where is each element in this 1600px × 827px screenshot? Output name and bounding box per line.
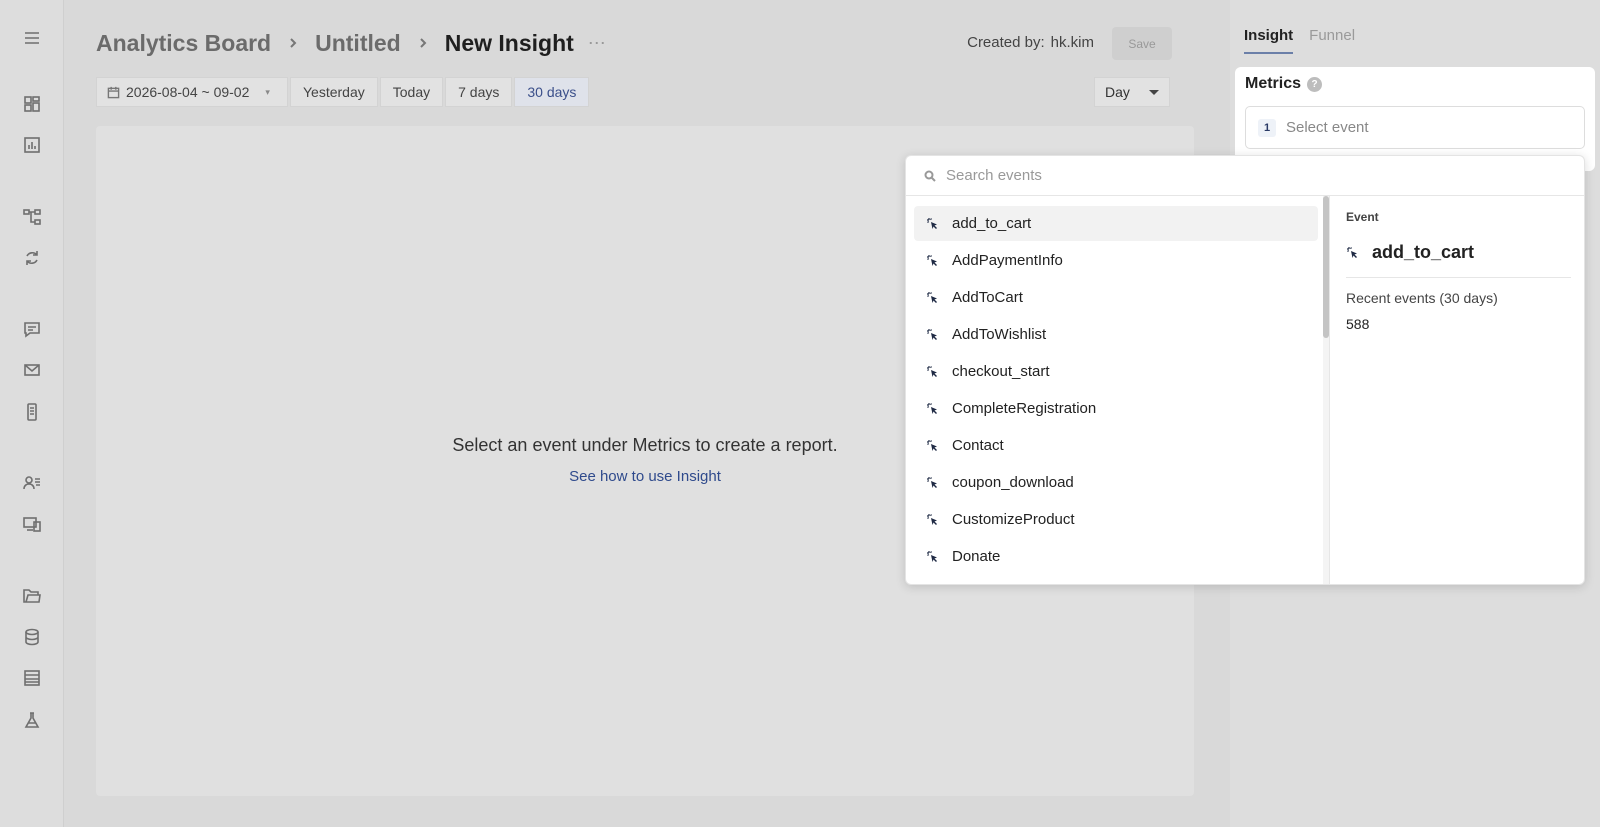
folder-icon[interactable]	[20, 584, 44, 608]
event-search-bar	[906, 156, 1584, 196]
select-event-field[interactable]: 1 Select event	[1245, 106, 1585, 149]
created-by: Created by: hk.kim	[967, 34, 1094, 51]
click-pointer-icon	[926, 328, 940, 342]
dashboard-icon[interactable]	[20, 92, 44, 116]
recent-events-count: 588	[1346, 316, 1370, 332]
tab-funnel[interactable]: Funnel	[1309, 27, 1355, 54]
event-name: coupon_download	[952, 474, 1074, 491]
search-icon	[924, 170, 936, 182]
help-icon[interactable]: ?	[1307, 76, 1323, 92]
panel-tabs: Insight Funnel	[1244, 27, 1355, 54]
date-range-picker[interactable]: 2026-08-04 ~ 09-02 ▾	[96, 77, 288, 107]
metrics-header: Metrics ?	[1245, 75, 1323, 93]
range-7-days-button[interactable]: 7 days	[445, 77, 513, 107]
refresh-icon[interactable]	[20, 246, 44, 270]
chevron-right-icon	[413, 33, 433, 53]
event-list-item[interactable]: CompleteRegistration	[914, 391, 1318, 426]
detail-section-label: Event	[1346, 210, 1379, 224]
breadcrumb: Analytics Board Untitled New Insight ⋯	[96, 28, 607, 58]
event-list-item[interactable]: AddToCart	[914, 280, 1318, 315]
click-pointer-icon	[926, 550, 940, 564]
date-range-value: 2026-08-04 ~ 09-02	[126, 84, 250, 100]
chevron-right-icon	[283, 33, 303, 53]
granularity-select[interactable]: Day	[1094, 77, 1170, 107]
event-list-item[interactable]: coupon_download	[914, 465, 1318, 500]
click-pointer-icon	[926, 365, 940, 379]
menu-icon[interactable]	[20, 26, 44, 50]
database-icon[interactable]	[20, 625, 44, 649]
select-event-placeholder: Select event	[1286, 119, 1369, 136]
event-name: Contact	[952, 437, 1004, 454]
event-name: CompleteRegistration	[952, 400, 1097, 417]
click-pointer-icon	[926, 476, 940, 490]
mobile-icon[interactable]	[20, 400, 44, 424]
flask-icon[interactable]	[20, 708, 44, 732]
event-name: CustomizeProduct	[952, 511, 1075, 528]
created-by-user: hk.kim	[1050, 34, 1094, 51]
event-list-item[interactable]: Contact	[914, 428, 1318, 463]
tab-insight[interactable]: Insight	[1244, 27, 1294, 54]
caret-down-icon: ▾	[265, 86, 270, 97]
event-name: add_to_cart	[952, 215, 1032, 232]
more-horizontal-icon[interactable]: ⋯	[588, 33, 607, 54]
range-yesterday-button[interactable]: Yesterday	[290, 77, 378, 107]
calendar-icon	[107, 86, 120, 98]
table-icon[interactable]	[20, 666, 44, 690]
event-list-item[interactable]: checkout_start	[914, 354, 1318, 389]
detail-event-name: add_to_cart	[1372, 242, 1475, 262]
detail-event-name-row: add_to_cart	[1346, 242, 1571, 278]
event-list-item[interactable]: AddToWishlist	[914, 317, 1318, 352]
click-pointer-icon	[926, 291, 940, 305]
icon-sidebar	[0, 0, 64, 827]
click-pointer-icon	[926, 254, 940, 268]
event-dropdown: add_to_cart AddPaymentInfo AddToCart Add…	[905, 155, 1585, 585]
mail-icon[interactable]	[20, 358, 44, 382]
flow-icon[interactable]	[20, 205, 44, 229]
page-title[interactable]: New Insight	[445, 30, 574, 57]
range-30-days-button[interactable]: 30 days	[514, 77, 590, 107]
devices-icon[interactable]	[20, 512, 44, 536]
divider	[1329, 196, 1330, 584]
click-pointer-icon	[926, 217, 940, 231]
message-icon[interactable]	[20, 317, 44, 341]
breadcrumb-analytics-board[interactable]: Analytics Board	[96, 30, 271, 57]
event-detail-panel: Event add_to_cart Recent events (30 days…	[1346, 196, 1571, 332]
event-name: AddToWishlist	[952, 326, 1047, 343]
click-pointer-icon	[1346, 246, 1360, 260]
dropdown-arrow-icon	[1149, 89, 1159, 95]
save-button[interactable]: Save	[1112, 27, 1172, 60]
metrics-label: Metrics	[1245, 75, 1302, 92]
event-name: AddPaymentInfo	[952, 252, 1063, 269]
date-range-bar: 2026-08-04 ~ 09-02 ▾ Yesterday Today 7 d…	[96, 77, 590, 107]
click-pointer-icon	[926, 439, 940, 453]
event-search-input[interactable]	[946, 167, 1506, 184]
range-today-button[interactable]: Today	[379, 77, 444, 107]
chart-icon[interactable]	[20, 133, 44, 157]
event-name: Donate	[952, 548, 1001, 565]
users-icon[interactable]	[20, 471, 44, 495]
event-name: checkout_start	[952, 363, 1050, 380]
event-list-item[interactable]: AddPaymentInfo	[914, 243, 1318, 278]
recent-events-label: Recent events (30 days)	[1346, 290, 1498, 306]
event-list-item[interactable]: add_to_cart	[914, 206, 1318, 241]
click-pointer-icon	[926, 402, 940, 416]
created-by-label: Created by:	[967, 34, 1045, 51]
event-list: add_to_cart AddPaymentInfo AddToCart Add…	[906, 196, 1326, 584]
event-name: AddToCart	[952, 289, 1023, 306]
metric-index-badge: 1	[1258, 118, 1276, 137]
event-list-item[interactable]: Donate	[914, 539, 1318, 574]
click-pointer-icon	[926, 513, 940, 527]
event-list-item[interactable]: CustomizeProduct	[914, 502, 1318, 537]
breadcrumb-untitled[interactable]: Untitled	[315, 30, 401, 57]
granularity-value: Day	[1105, 84, 1130, 100]
